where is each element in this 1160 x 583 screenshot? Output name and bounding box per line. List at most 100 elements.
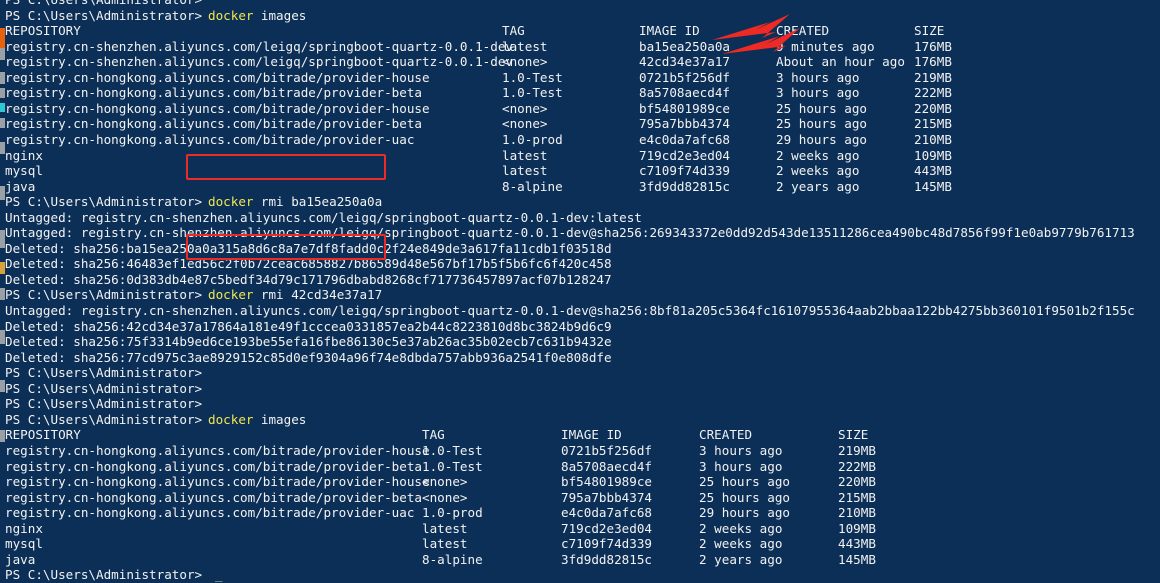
header-repository: REPOSITORY — [5, 23, 81, 39]
cell-size: 443MB — [914, 163, 952, 179]
cell-image-id: ba15ea250a0a — [639, 38, 730, 54]
cell-size: 145MB — [914, 178, 952, 194]
cell-tag: 1.0-Test — [502, 85, 563, 101]
cell-tag: 1.0-prod — [422, 505, 483, 521]
cell-repository: registry.cn-hongkong.aliyuncs.com/bitrad… — [5, 116, 423, 132]
cell-repository: registry.cn-hongkong.aliyuncs.com/bitrad… — [5, 442, 430, 458]
gutter-mark — [0, 48, 5, 60]
cell-image-id: c7109f74d339 — [561, 536, 652, 552]
gutter-mark — [0, 230, 5, 248]
cell-size: 220MB — [838, 474, 876, 490]
cell-image-id: 719cd2e3ed04 — [639, 147, 730, 163]
cell-image-id: 42cd34e37a17 — [639, 54, 730, 70]
cell-image-id: 719cd2e3ed04 — [561, 520, 652, 536]
header-size: SIZE — [838, 427, 869, 443]
cell-tag: <none> — [502, 100, 548, 116]
cell-size: 109MB — [838, 520, 876, 536]
output-text: Deleted: sha256:ba15ea250a0a315a8d6c8a7e… — [5, 240, 612, 256]
cell-repository: registry.cn-hongkong.aliyuncs.com/bitrad… — [5, 131, 415, 147]
cell-image-id: c7109f74d339 — [639, 163, 730, 179]
cell-tag: 1.0-Test — [422, 442, 483, 458]
command-keyword: docker — [208, 411, 254, 427]
cell-repository: registry.cn-hongkong.aliyuncs.com/bitrad… — [5, 69, 430, 85]
cell-size: 210MB — [914, 131, 952, 147]
cell-image-id: 0721b5f256df — [561, 442, 652, 458]
gutter-mark — [0, 330, 5, 344]
cell-created: About an hour ago — [776, 54, 905, 70]
cell-created: 3 hours ago — [699, 442, 783, 458]
cell-created: 29 hours ago — [699, 505, 790, 521]
output-text: Deleted: sha256:77cd975c3ae8929152c85d0e… — [5, 349, 612, 365]
output-text: Untagged: registry.cn-shenzhen.aliyuncs.… — [5, 303, 1135, 318]
cell-tag: <none> — [502, 116, 548, 132]
cell-repository: registry.cn-shenzhen.aliyuncs.com/leigq/… — [5, 38, 513, 54]
cell-image-id: 3fd9dd82815c — [561, 551, 652, 567]
prompt-text: PS C:\Users\Administrator> — [5, 567, 203, 583]
cell-repository: registry.cn-hongkong.aliyuncs.com/bitrad… — [5, 458, 423, 474]
cell-created: 3 hours ago — [699, 458, 783, 474]
gutter-mark — [0, 142, 5, 154]
cell-size: 215MB — [838, 489, 876, 505]
header-created: CREATED — [776, 23, 830, 39]
header-tag: TAG — [422, 427, 445, 443]
prompt-text: PS C:\Users\Administrator> — [5, 7, 203, 23]
header-repository: REPOSITORY — [5, 427, 81, 443]
cell-image-id: 8a5708aecd4f — [639, 85, 730, 101]
cell-repository: mysql — [5, 536, 43, 552]
cell-image-id: e4c0da7afc68 — [639, 131, 730, 147]
output-text: Deleted: sha256:42cd34e37a17864a181e49f1… — [5, 318, 612, 334]
header-image-id: IMAGE ID — [639, 23, 700, 39]
cell-size: 220MB — [914, 100, 952, 116]
header-created: CREATED — [699, 427, 753, 443]
cell-repository: java — [5, 178, 36, 194]
gutter-mark — [0, 88, 5, 98]
gutter-mark — [0, 288, 5, 300]
gutter-mark — [0, 28, 5, 48]
command-args: rmi 42cd34e37a17 — [253, 287, 383, 303]
cell-repository: registry.cn-hongkong.aliyuncs.com/bitrad… — [5, 474, 430, 490]
output-text: Untagged: registry.cn-shenzhen.aliyuncs.… — [5, 209, 642, 225]
cell-created: 3 hours ago — [776, 69, 860, 85]
cell-tag: 1.0-Test — [502, 69, 563, 85]
cell-size: 176MB — [914, 54, 952, 70]
command-args: images — [253, 411, 307, 427]
editor-gutter-strip — [0, 0, 5, 510]
gutter-mark — [0, 380, 5, 392]
prompt-text: PS C:\Users\Administrator> — [5, 194, 203, 210]
prompt-text: PS C:\Users\Administrator> — [5, 287, 203, 303]
cell-created: 29 hours ago — [776, 131, 867, 147]
cell-created: 2 weeks ago — [776, 163, 860, 179]
cell-size: 215MB — [914, 116, 952, 132]
powershell-terminal[interactable]: PS C:\Users\Administrator>PS C:\Users\Ad… — [0, 0, 1160, 582]
cell-tag: latest — [502, 147, 548, 163]
cell-tag: 8-alpine — [422, 551, 483, 567]
cell-created: 2 years ago — [776, 178, 860, 194]
output-text: Deleted: sha256:75f3314b9ed6ce193be55efa… — [5, 334, 612, 350]
prompt-text: PS C:\Users\Administrator> — [5, 365, 203, 381]
header-size: SIZE — [914, 23, 945, 39]
gutter-mark — [0, 72, 5, 84]
gutter-mark — [0, 103, 5, 112]
output-text: Deleted: sha256:0d383db4e87c5bedf34d79c1… — [5, 271, 612, 287]
header-tag: TAG — [502, 23, 525, 39]
command-args: images — [253, 7, 307, 23]
command-keyword: docker — [208, 287, 254, 303]
gutter-mark — [0, 262, 5, 274]
gutter-mark — [0, 430, 5, 442]
cell-repository: registry.cn-shenzhen.aliyuncs.com/leigq/… — [5, 54, 513, 70]
cell-size: 145MB — [838, 551, 876, 567]
output-text: Untagged: registry.cn-shenzhen.aliyuncs.… — [5, 225, 1135, 241]
cell-created: 25 hours ago — [699, 489, 790, 505]
gutter-mark — [0, 186, 5, 200]
command-keyword: docker — [208, 194, 254, 210]
cell-size: 443MB — [838, 536, 876, 552]
header-image-id: IMAGE ID — [561, 427, 622, 443]
cell-image-id: 0721b5f256df — [639, 69, 730, 85]
cell-created: 2 weeks ago — [776, 147, 860, 163]
cell-repository: registry.cn-hongkong.aliyuncs.com/bitrad… — [5, 100, 430, 116]
cell-size: 109MB — [914, 147, 952, 163]
cell-size: 222MB — [838, 458, 876, 474]
cell-tag: 8-alpine — [502, 178, 563, 194]
cell-tag: latest — [502, 163, 548, 179]
prompt-text: PS C:\Users\Administrator> — [5, 0, 202, 8]
